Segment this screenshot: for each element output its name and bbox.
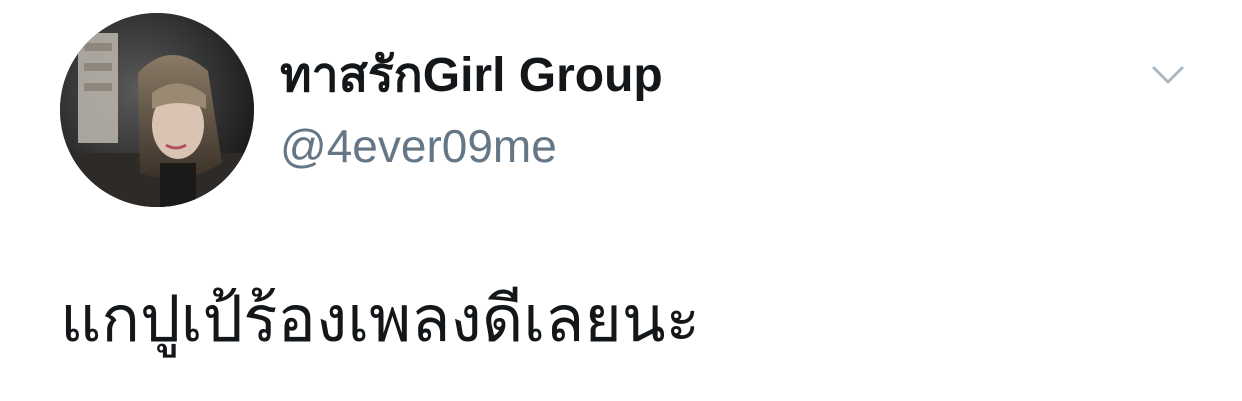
tweet-text: แกปูเป้ร้องเพลงดีเลยนะ [60,283,700,357]
chevron-down-icon[interactable] [1148,60,1188,90]
display-name[interactable]: ทาสรักGirl Group [280,46,663,106]
avatar-photo [60,13,254,207]
user-handle[interactable]: @4ever09me [280,118,557,174]
tweet-card: ทาสรักGirl Group @4ever09me แกปูเป้ร้องเ… [0,0,1242,401]
avatar[interactable] [60,13,254,207]
